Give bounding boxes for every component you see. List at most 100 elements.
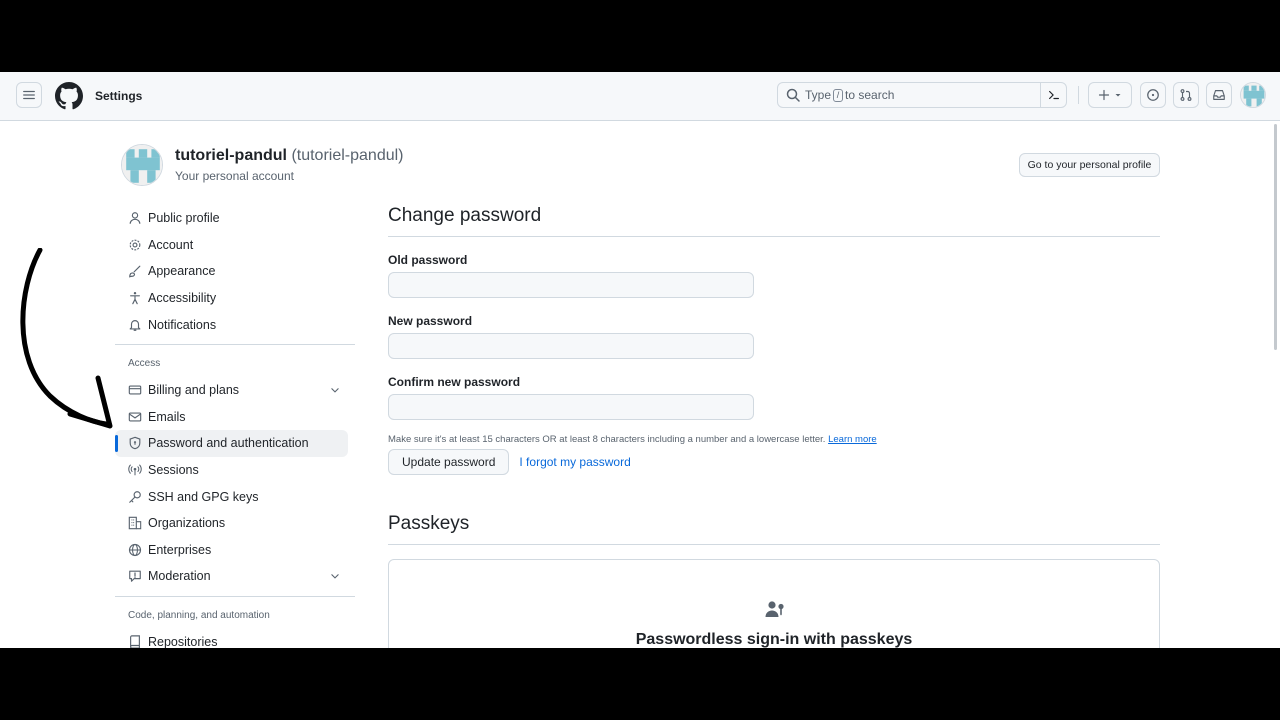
sidebar-item-label: Accessibility [148, 291, 217, 306]
git-pull-request-icon [1180, 89, 1192, 101]
mail-icon [128, 412, 142, 422]
password-requirements-note: Make sure it's at least 15 characters OR… [388, 434, 1160, 445]
settings-sidebar: Public profile Account Appearance Access… [115, 205, 355, 648]
account-name: tutoriel-pandul (tutoriel-pandul) [175, 147, 404, 165]
triangle-down-icon [1115, 94, 1121, 97]
search-placeholder: Type / to search [805, 88, 894, 102]
gear-icon [129, 239, 141, 251]
identicon-avatar-icon [1241, 83, 1265, 107]
terminal-icon [1048, 90, 1059, 100]
search-placeholder-prefix: Type [805, 88, 832, 102]
scrollbar[interactable] [1274, 124, 1277, 350]
global-header: Settings Type / to search [0, 72, 1280, 121]
sidebar-item-label: Public profile [148, 211, 220, 226]
settings-main-content: Change password Old password New passwor… [388, 205, 1160, 648]
accessibility-icon [130, 292, 140, 305]
confirm-password-field[interactable] [388, 394, 754, 420]
notifications-inbox-button[interactable] [1206, 82, 1232, 108]
old-password-field[interactable] [388, 272, 754, 298]
account-avatar [121, 144, 163, 186]
update-password-button[interactable]: Update password [388, 449, 510, 475]
learn-more-link[interactable]: Learn more [828, 434, 877, 445]
header-divider [1078, 86, 1079, 104]
account-login: (tutoriel-pandul) [291, 147, 404, 164]
annotation-arrow-icon [20, 248, 113, 429]
hamburger-icon [23, 90, 35, 100]
paintbrush-icon [129, 266, 141, 279]
sidebar-item-label: Enterprises [148, 542, 212, 557]
pull-requests-button[interactable] [1173, 82, 1199, 108]
create-new-button[interactable] [1088, 82, 1132, 108]
sidebar-item-label: Account [148, 237, 194, 252]
browser-viewport: Settings Type / to search tutoriel-pandu… [0, 72, 1280, 648]
inbox-icon [1213, 90, 1225, 100]
passkeys-heading: Passkeys [388, 513, 1160, 545]
sidebar-item-label: Notifications [148, 317, 217, 332]
page-title[interactable]: Settings [95, 89, 142, 103]
sidebar-item-organizations[interactable]: Organizations [115, 510, 348, 537]
password-requirements-text: Make sure it's at least 15 characters OR… [388, 434, 826, 445]
person-icon [129, 212, 141, 225]
sidebar-divider [115, 343, 355, 345]
sidebar-item-password-authentication[interactable]: Password and authentication [115, 430, 348, 457]
slash-key-hint: / [833, 88, 844, 102]
sidebar-item-public-profile[interactable]: Public profile [115, 205, 348, 232]
sidebar-item-label: Organizations [148, 516, 226, 531]
forgot-password-link[interactable]: I forgot my password [519, 455, 630, 469]
command-palette-button[interactable] [1040, 83, 1066, 107]
go-to-profile-button[interactable]: Go to your personal profile [1019, 153, 1160, 177]
identicon-avatar-icon [122, 145, 162, 185]
sidebar-heading-code-planning: Code, planning, and automation [128, 610, 270, 622]
repo-icon [130, 635, 140, 648]
sidebar-item-moderation[interactable]: Moderation [115, 563, 348, 590]
sidebar-item-notifications[interactable]: Notifications [115, 311, 348, 338]
passkey-fill-icon [765, 601, 784, 617]
sidebar-item-account[interactable]: Account [115, 232, 348, 259]
sidebar-item-label: Emails [148, 409, 186, 424]
sidebar-item-label: Billing and plans [148, 383, 240, 398]
search-icon [786, 88, 800, 102]
account-username[interactable]: tutoriel-pandul [175, 147, 287, 164]
chevron-down-icon[interactable] [330, 385, 340, 395]
sidebar-item-enterprises[interactable]: Enterprises [115, 537, 348, 564]
plus-icon [1098, 89, 1110, 101]
sidebar-item-label: Password and authentication [148, 436, 309, 451]
issues-button[interactable] [1140, 82, 1166, 108]
sidebar-item-sessions[interactable]: Sessions [115, 457, 348, 484]
sidebar-item-accessibility[interactable]: Accessibility [115, 285, 348, 312]
sidebar-item-label: SSH and GPG keys [148, 489, 259, 504]
sidebar-item-label: Appearance [148, 264, 216, 279]
sidebar-item-appearance[interactable]: Appearance [115, 258, 348, 285]
old-password-label: Old password [388, 253, 468, 267]
key-icon [129, 490, 141, 503]
search-input[interactable]: Type / to search [777, 82, 1067, 108]
passkeys-blankslate: Passwordless sign-in with passkeys [388, 559, 1160, 648]
issue-opened-icon [1147, 89, 1159, 101]
sidebar-item-repositories[interactable]: Repositories [115, 629, 348, 648]
sidebar-item-label: Sessions [148, 463, 199, 478]
sidebar-item-label: Moderation [148, 569, 211, 584]
new-password-field[interactable] [388, 333, 754, 359]
broadcast-icon [128, 464, 142, 476]
report-icon [129, 571, 141, 583]
credit-card-icon [128, 385, 142, 395]
open-menu-button[interactable] [16, 82, 42, 108]
sidebar-item-billing[interactable]: Billing and plans [115, 377, 348, 404]
user-avatar-button[interactable] [1240, 82, 1266, 108]
globe-icon [128, 543, 142, 556]
confirm-password-label: Confirm new password [388, 375, 521, 389]
change-password-heading: Change password [388, 205, 1160, 237]
github-logo-icon[interactable] [55, 82, 83, 110]
search-placeholder-suffix: to search [845, 88, 895, 102]
new-password-label: New password [388, 314, 473, 328]
chevron-down-icon[interactable] [330, 571, 340, 581]
account-type-label: Your personal account [175, 169, 294, 183]
sidebar-item-emails[interactable]: Emails [115, 404, 348, 431]
passkeys-blankslate-heading: Passwordless sign-in with passkeys [635, 631, 913, 648]
bell-icon [129, 319, 141, 331]
organization-icon [128, 516, 142, 530]
sidebar-item-label: Repositories [148, 635, 218, 648]
shield-lock-icon [129, 437, 141, 450]
sidebar-divider [115, 595, 355, 597]
sidebar-item-ssh-gpg-keys[interactable]: SSH and GPG keys [115, 483, 348, 510]
